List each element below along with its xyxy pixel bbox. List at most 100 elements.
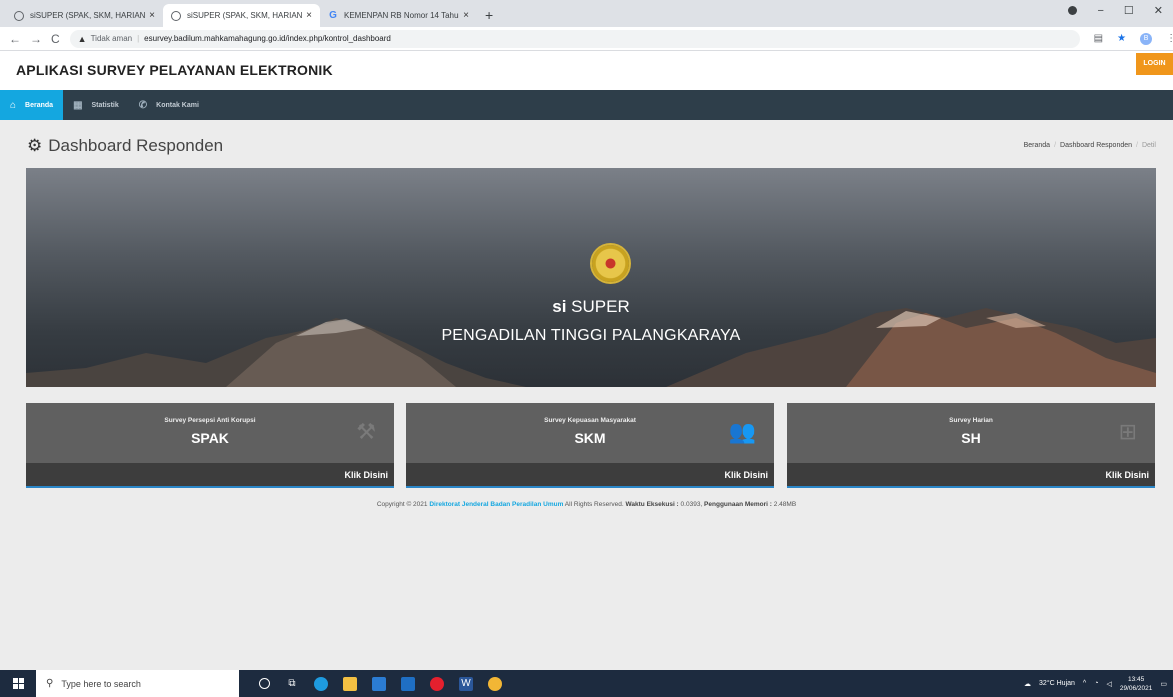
footer-link[interactable]: Direktorat Jenderal Badan Peradilan Umum <box>429 501 563 508</box>
toolbar-right: ▤ ★ B ⋮ <box>1094 32 1173 45</box>
network-icon[interactable]: ◔ <box>1094 680 1098 687</box>
mail-icon[interactable] <box>401 676 415 691</box>
edge-icon[interactable] <box>314 676 328 691</box>
gear-icon: ⚙ <box>27 136 43 155</box>
card-footer: Klik Disini <box>406 463 774 488</box>
court-emblem-logo <box>592 245 629 282</box>
main-nav: ⌂ Beranda ▦ Statistik ✆ Kontak Kami <box>0 90 1173 120</box>
minimize-button[interactable]: − <box>1097 5 1103 17</box>
speaker-icon[interactable]: ◁ <box>1106 680 1111 688</box>
card-sh: Survey Harian SH ⊞ Klik Disini <box>787 403 1155 488</box>
weather-icon: ☁ <box>1024 680 1032 688</box>
browser-tab-strip: siSUPER (SPAK, SKM, HARIAN) | E × siSUPE… <box>0 0 1173 27</box>
card-link-sh[interactable]: Klik Disini <box>1105 470 1149 480</box>
card-footer: Klik Disini <box>26 463 394 488</box>
card-skm: Survey Kepuasan Masyarakat SKM 👥 Klik Di… <box>406 403 774 488</box>
window-controls: − ☐ ✕ <box>1068 4 1163 17</box>
url-field[interactable]: ▲ Tidak aman | esurvey.badilum.mahkamaha… <box>69 29 1080 48</box>
chart-icon: ▦ <box>73 99 83 111</box>
page-title: ⚙ Dashboard Responden <box>27 136 223 156</box>
nav-beranda[interactable]: ⌂ Beranda <box>0 90 64 120</box>
tab-close-icon[interactable]: × <box>306 10 312 21</box>
tab-close-icon[interactable]: × <box>149 10 155 21</box>
start-button[interactable] <box>0 670 36 697</box>
forward-button[interactable]: → <box>30 32 42 46</box>
card-subtitle: Survey Kepuasan Masyarakat <box>544 417 636 424</box>
breadcrumb-item-beranda[interactable]: Beranda <box>1024 142 1050 149</box>
tray-overflow-icon[interactable]: ^ <box>1083 680 1086 687</box>
app-title: APLIKASI SURVEY PELAYANAN ELEKTRONIK <box>16 62 333 78</box>
clock-time: 13:45 <box>1127 675 1145 683</box>
clock-date: 29/06/2021 <box>1119 684 1153 692</box>
windows-logo-icon <box>12 678 24 689</box>
profile-avatar[interactable]: B <box>1140 32 1153 45</box>
nav-statistik[interactable]: ▦ Statistik <box>63 90 129 120</box>
card-subtitle: Survey Harian <box>949 417 993 424</box>
mem-value: 2.48MB <box>773 501 797 508</box>
close-window-button[interactable]: ✕ <box>1154 4 1163 17</box>
address-bar-row: ← → C ▲ Tidak aman | esurvey.badilum.mah… <box>0 27 1173 51</box>
app-header: APLIKASI SURVEY PELAYANAN ELEKTRONIK LOG… <box>0 51 1173 89</box>
card-code: SH <box>961 430 981 446</box>
reload-button[interactable]: C <box>51 32 60 46</box>
phone-icon: ✆ <box>138 99 148 111</box>
extension-icon[interactable] <box>1068 6 1078 15</box>
card-link-skm[interactable]: Klik Disini <box>724 470 768 480</box>
page-title-text: Dashboard Responden <box>48 136 224 155</box>
banner-app-name: si SUPER <box>26 297 1156 317</box>
notification-icon[interactable]: ▭ <box>1160 680 1167 688</box>
rights-text: All Rights Reserved. <box>564 501 624 508</box>
browser-tab-1[interactable]: siSUPER (SPAK, SKM, HARIAN) | E × <box>6 4 163 27</box>
globe-icon <box>171 10 181 21</box>
opera-icon[interactable] <box>430 676 444 691</box>
url-separator: | <box>137 34 140 43</box>
cortana-icon[interactable] <box>259 678 270 689</box>
translate-icon[interactable]: ▤ <box>1094 33 1103 44</box>
users-icon: 👥 <box>728 419 756 444</box>
nav-kontak-kami[interactable]: ✆ Kontak Kami <box>129 90 209 120</box>
tab-title: siSUPER (SPAK, SKM, HARIAN) | E <box>187 11 303 20</box>
browser-tab-2[interactable]: siSUPER (SPAK, SKM, HARIAN) | E × <box>163 4 320 27</box>
copyright-prefix: Copyright © 2021 <box>376 501 428 508</box>
tab-close-icon[interactable]: × <box>463 10 469 21</box>
card-footer: Klik Disini <box>787 463 1155 488</box>
task-view-icon[interactable]: ⧉ <box>285 677 299 691</box>
card-spak: Survey Persepsi Anti Korupsi SPAK ⚒ Klik… <box>26 403 394 488</box>
breadcrumb-separator: / <box>1136 142 1138 149</box>
new-tab-button[interactable]: + <box>485 7 493 23</box>
file-explorer-icon[interactable] <box>343 676 357 691</box>
table-icon: ⊞ <box>1118 419 1137 444</box>
breadcrumb-item-dashboard[interactable]: Dashboard Responden <box>1060 142 1132 149</box>
nav-label: Kontak Kami <box>156 101 199 109</box>
clock[interactable]: 13:45 29/06/2021 <box>1120 675 1153 693</box>
exec-value: 0.0393, <box>680 501 703 508</box>
browser-tab-3[interactable]: G KEMENPAN RB Nomor 14 Tahun × <box>320 4 477 27</box>
chrome-icon[interactable] <box>488 676 502 691</box>
login-button[interactable]: LOGIN <box>1136 53 1173 75</box>
security-label: Tidak aman <box>90 34 133 43</box>
browser-menu-icon[interactable]: ⋮ <box>1166 33 1173 44</box>
card-link-spak[interactable]: Klik Disini <box>344 470 388 480</box>
banner-app-prefix: si <box>552 297 567 316</box>
card-subtitle: Survey Persepsi Anti Korupsi <box>164 417 256 424</box>
banner-org-name: PENGADILAN TINGGI PALANGKARAYA <box>441 327 741 344</box>
maximize-button[interactable]: ☐ <box>1124 4 1134 17</box>
globe-icon <box>14 10 24 21</box>
store-icon[interactable] <box>372 676 386 691</box>
back-button[interactable]: ← <box>9 32 21 46</box>
bookmark-star-icon[interactable]: ★ <box>1117 33 1126 44</box>
footer-copyright: Copyright © 2021 Direktorat Jenderal Bad… <box>0 501 1173 508</box>
url-text: esurvey.badilum.mahkamahagung.go.id/inde… <box>144 34 391 43</box>
weather-text[interactable]: 32°C Hujan <box>1039 680 1075 687</box>
search-placeholder: Type here to search <box>61 678 141 689</box>
tab-title: KEMENPAN RB Nomor 14 Tahun <box>344 11 460 20</box>
card-code: SPAK <box>191 430 229 446</box>
word-icon[interactable]: W <box>459 676 473 691</box>
nav-label: Statistik <box>91 101 119 109</box>
gavel-icon: ⚒ <box>356 419 376 444</box>
tab-title: siSUPER (SPAK, SKM, HARIAN) | E <box>30 11 146 20</box>
mountain-background <box>26 308 1156 387</box>
google-icon: G <box>329 9 337 21</box>
card-code: SKM <box>574 430 606 446</box>
taskbar-search[interactable]: ⚲ Type here to search <box>36 670 239 697</box>
